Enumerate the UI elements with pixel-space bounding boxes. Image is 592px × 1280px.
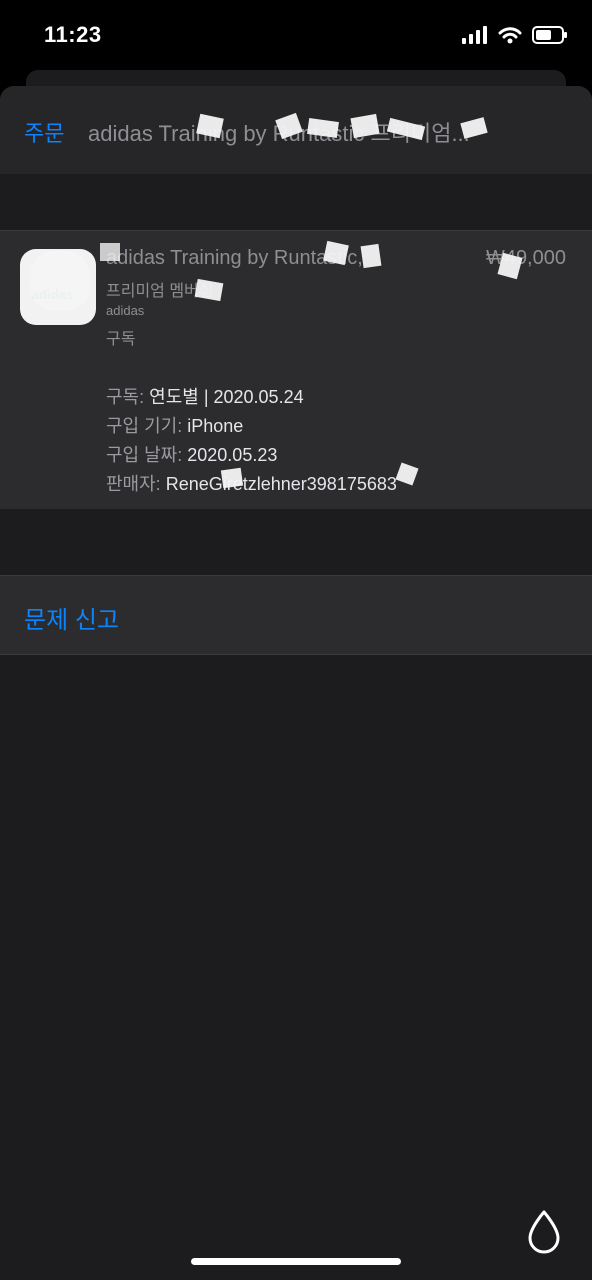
wifi-icon (498, 27, 522, 44)
detail-row-subscription: 구독: 연도별 | 2020.05.24 (106, 383, 304, 409)
report-problem-button[interactable]: 문제 신고 (24, 600, 119, 635)
water-drop-icon[interactable] (524, 1208, 564, 1256)
detail-label: 판매자: (106, 474, 161, 494)
detail-label: 구입 날짜: (106, 445, 183, 465)
detail-label: 구독: (106, 387, 145, 407)
status-icons (462, 26, 568, 44)
battery-icon (532, 26, 567, 44)
report-problem-cell[interactable]: 문제 신고 (0, 575, 592, 655)
price: ₩49,000 (485, 247, 566, 269)
detail-value: 연도별 | 2020.05.24 (149, 387, 304, 407)
detail-value: ReneGiretzlehner398175683 (165, 474, 397, 494)
detail-value: iPhone (187, 416, 244, 436)
back-button[interactable]: 주문 (24, 116, 64, 148)
detail-row-seller: 판매자: ReneGiretzlehner398175683 (106, 470, 397, 496)
section-spacer (0, 174, 592, 230)
detail-label: 구입 기기: (106, 416, 183, 436)
cellular-signal-icon (462, 26, 487, 44)
home-indicator[interactable] (191, 1258, 401, 1265)
status-bar: 11:23 (0, 0, 592, 70)
detail-row-date: 구입 날짜: 2020.05.23 (106, 441, 277, 467)
status-time: 11:23 (44, 22, 102, 47)
purchase-type: 구독 (106, 331, 136, 348)
purchase-item[interactable]: adidas adidas Training by Runtastic, 프리미… (0, 230, 592, 510)
order-detail-sheet: 주문 adidas Training by Runtastic 프리미엄... … (0, 86, 592, 1280)
section-spacer (0, 509, 592, 575)
app-developer: adidas (106, 303, 145, 318)
detail-value: 2020.05.23 (187, 445, 278, 465)
navigation-bar: 주문 adidas Training by Runtastic 프리미엄... (0, 86, 592, 175)
detail-row-device: 구입 기기: iPhone (106, 412, 243, 438)
